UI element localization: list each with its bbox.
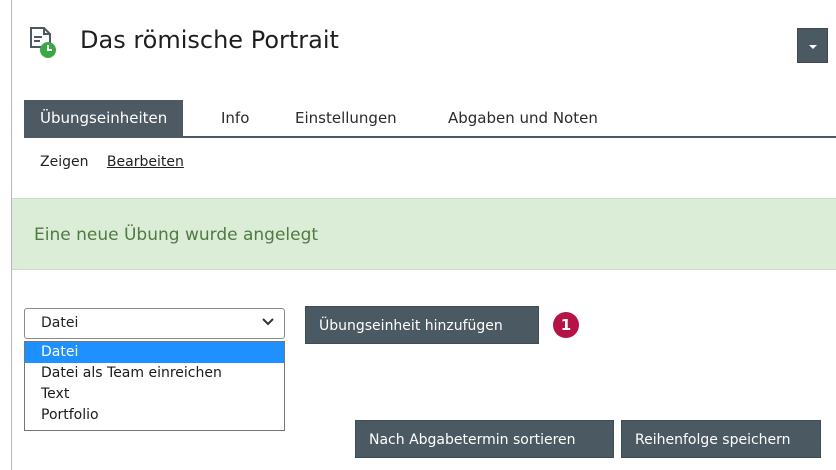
add-exercise-button[interactable]: Übungseinheit hinzufügen — [305, 306, 539, 344]
page-title: Das römische Portrait — [80, 26, 339, 54]
option-datei-als-team[interactable]: Datei als Team einreichen — [25, 363, 284, 384]
tab-info[interactable]: Info — [221, 100, 249, 136]
exercise-type-select-value: Datei — [41, 315, 79, 331]
exercise-clock-icon — [30, 27, 56, 58]
caret-down-icon — [809, 45, 817, 49]
sort-by-deadline-button[interactable]: Nach Abgabetermin sortieren — [355, 420, 614, 458]
tab-einstellungen[interactable]: Einstellungen — [295, 100, 397, 136]
subtab-bar: Zeigen Bearbeiten — [40, 154, 198, 170]
success-message: Eine neue Übung wurde angelegt — [12, 198, 836, 270]
chevron-down-icon — [262, 318, 274, 326]
option-datei[interactable]: Datei — [25, 342, 284, 363]
callout-badge: 1 — [553, 312, 579, 338]
subtab-bearbeiten[interactable]: Bearbeiten — [107, 154, 184, 170]
actions-menu-button[interactable] — [797, 28, 828, 63]
tab-bar: Übungseinheiten Info Einstellungen Abgab… — [24, 100, 836, 138]
option-text[interactable]: Text — [25, 384, 284, 405]
exercise-type-select[interactable]: Datei — [24, 308, 285, 339]
save-order-button[interactable]: Reihenfolge speichern — [621, 420, 821, 458]
tab-abgaben-und-noten[interactable]: Abgaben und Noten — [448, 100, 598, 136]
subtab-zeigen[interactable]: Zeigen — [40, 154, 88, 170]
tab-uebungseinheiten[interactable]: Übungseinheiten — [24, 100, 184, 136]
success-message-text: Eine neue Übung wurde angelegt — [34, 225, 319, 245]
exercise-type-options: Datei Datei als Team einreichen Text Por… — [24, 341, 285, 431]
option-portfolio[interactable]: Portfolio — [25, 405, 284, 426]
